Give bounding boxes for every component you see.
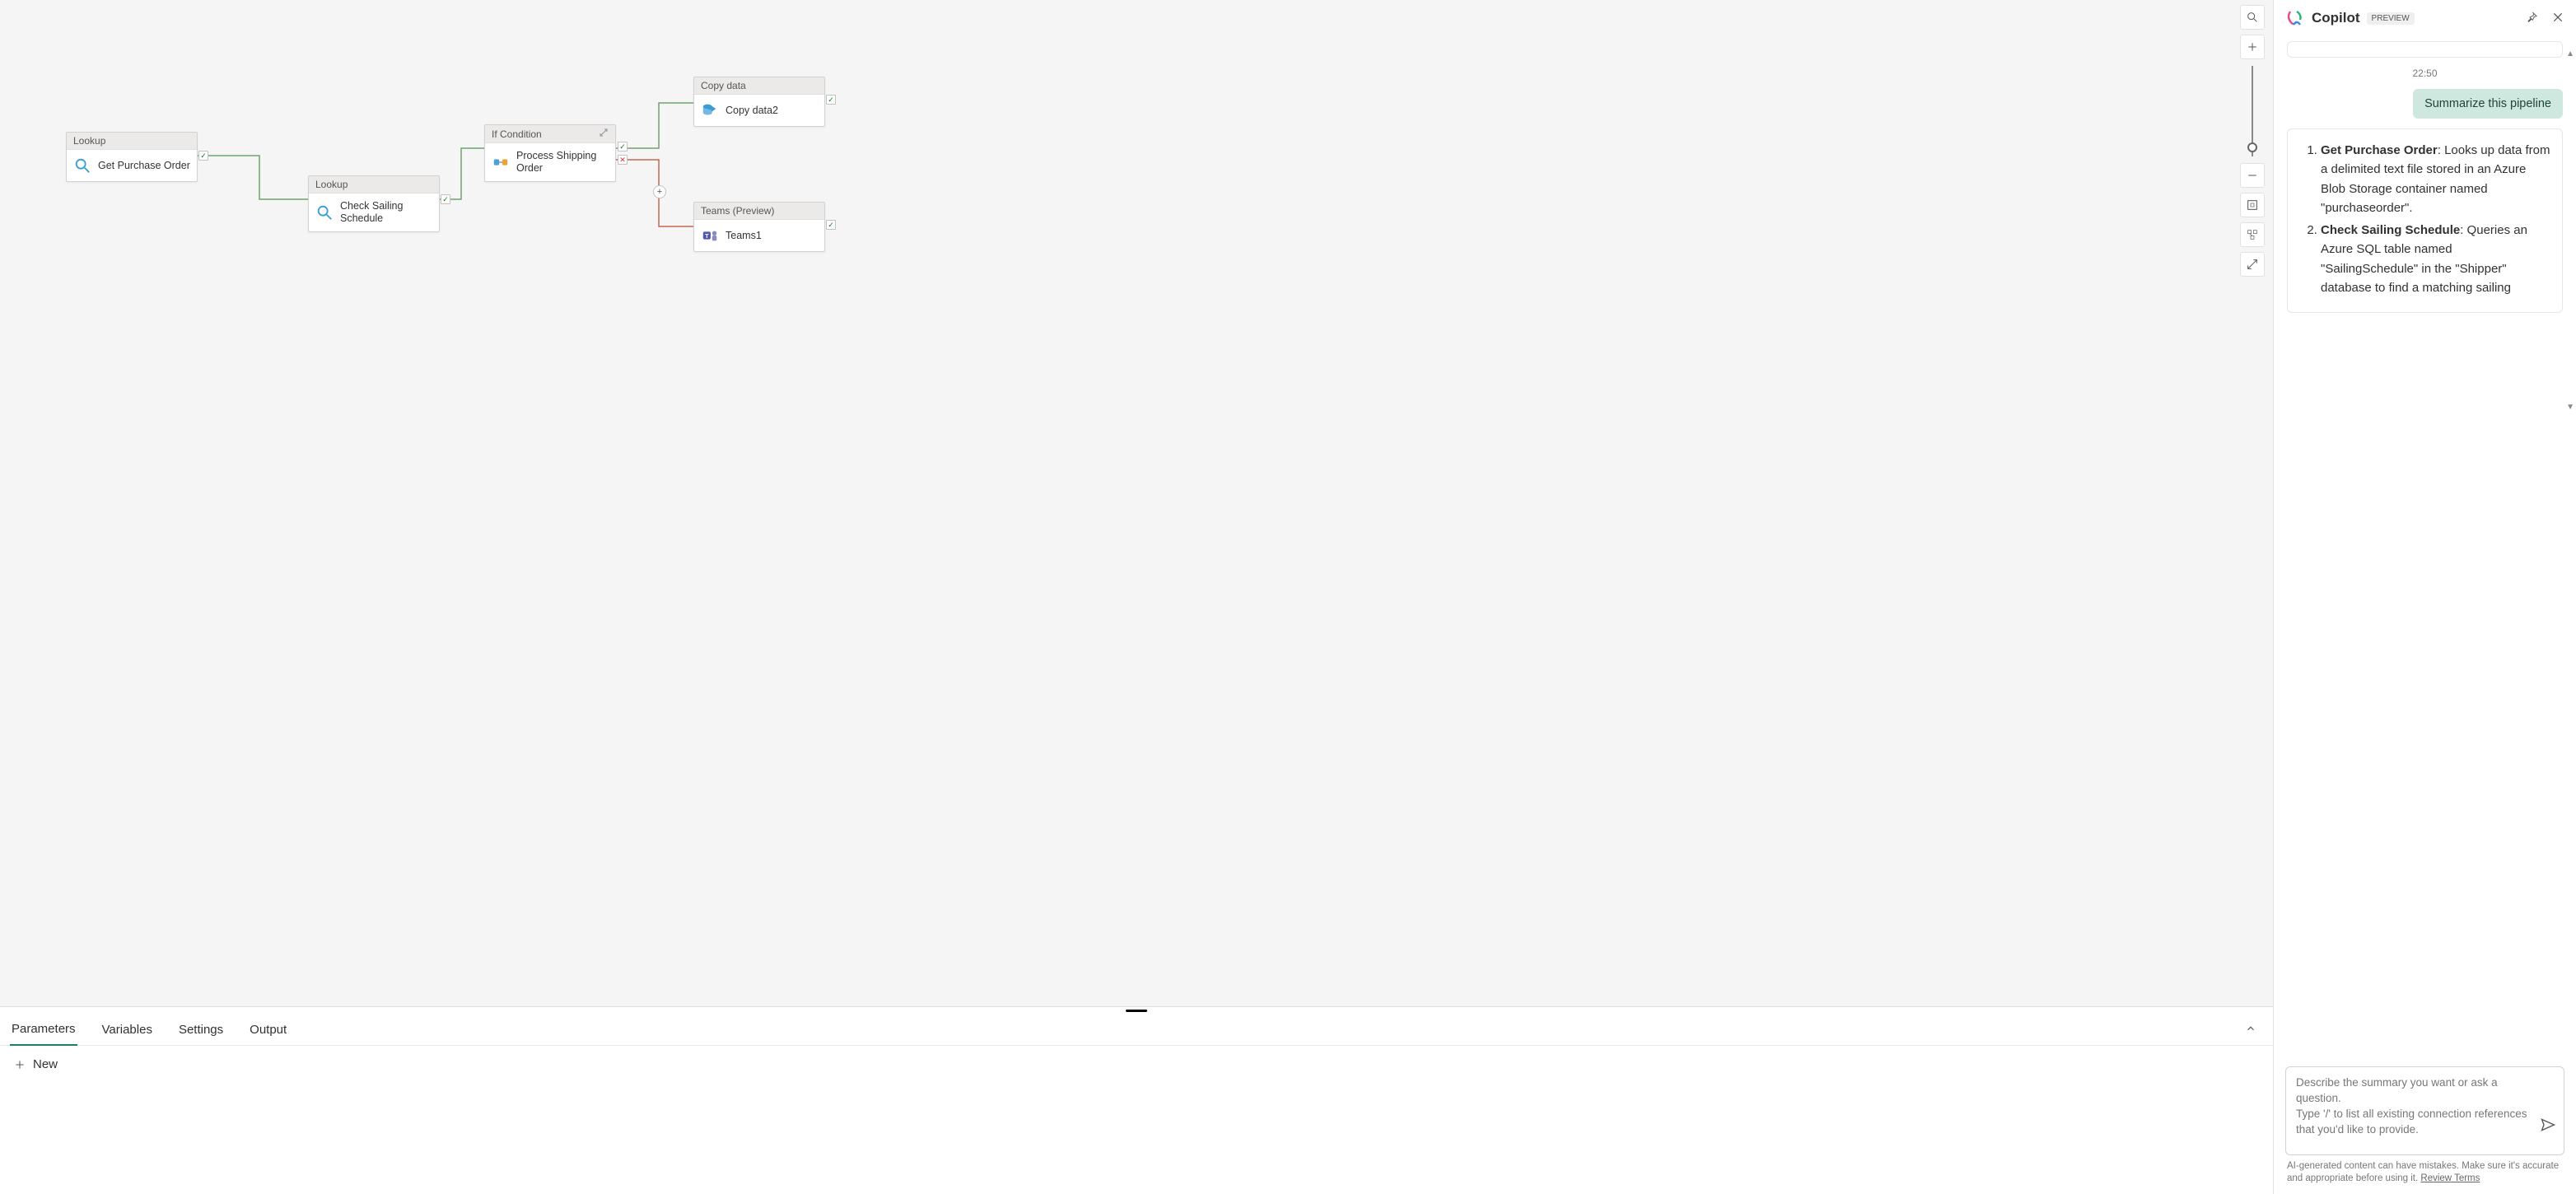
node-type-label: Lookup bbox=[73, 135, 105, 147]
activity-lookup-checksailingschedule[interactable]: Lookup Check Sailing Schedule bbox=[308, 175, 440, 232]
tab-variables[interactable]: Variables bbox=[100, 1014, 154, 1045]
zoom-in-button[interactable] bbox=[2240, 35, 2265, 59]
connector-status-success[interactable]: ✓ bbox=[826, 220, 836, 230]
review-terms-link[interactable]: Review Terms bbox=[2420, 1173, 2480, 1183]
fullscreen-button[interactable] bbox=[2240, 252, 2265, 277]
connector-status-success[interactable]: ✓ bbox=[441, 194, 450, 204]
zoom-slider[interactable] bbox=[2252, 66, 2253, 156]
tab-settings[interactable]: Settings bbox=[177, 1014, 225, 1045]
pipeline-connections bbox=[0, 0, 2273, 1006]
list-item: Check Sailing Schedule: Queries an Azure… bbox=[2321, 221, 2550, 297]
expand-icon[interactable] bbox=[599, 128, 609, 140]
tab-output[interactable]: Output bbox=[248, 1014, 288, 1045]
pipeline-canvas[interactable]: Lookup Get Purchase Order ✓ Lookup Check… bbox=[0, 0, 2273, 1006]
connector-status-fail[interactable]: ✕ bbox=[618, 155, 628, 165]
activity-lookup-getpurchaseorder[interactable]: Lookup Get Purchase Order bbox=[66, 132, 198, 182]
assistant-response-card: Get Purchase Order: Looks up data from a… bbox=[2287, 128, 2563, 313]
copilot-logo-icon bbox=[2285, 8, 2305, 28]
node-name-label: Process Shipping Order bbox=[516, 150, 609, 175]
copilot-input[interactable]: Describe the summary you want or ask a q… bbox=[2285, 1066, 2564, 1155]
lookup-icon bbox=[73, 156, 91, 175]
copydata-icon bbox=[701, 101, 719, 119]
teams-icon: T bbox=[701, 226, 719, 245]
node-name-label: Get Purchase Order bbox=[98, 160, 190, 172]
autolayout-button[interactable] bbox=[2240, 222, 2265, 247]
zoom-handle[interactable] bbox=[2247, 142, 2257, 152]
add-activity-button[interactable]: + bbox=[653, 185, 666, 198]
connector-status-success[interactable]: ✓ bbox=[826, 95, 836, 105]
panel-collapse-button[interactable] bbox=[2238, 1016, 2263, 1043]
fit-to-screen-button[interactable] bbox=[2240, 193, 2265, 217]
chat-card-placeholder bbox=[2287, 41, 2563, 58]
copilot-chat-log[interactable]: 22:50 Summarize this pipeline Get Purcha… bbox=[2274, 36, 2576, 1058]
search-button[interactable] bbox=[2240, 5, 2265, 30]
chat-timestamp: 22:50 bbox=[2287, 68, 2563, 79]
node-name-label: Copy data2 bbox=[726, 105, 778, 117]
panel-resize-handle[interactable] bbox=[0, 1007, 2273, 1014]
new-label: New bbox=[33, 1057, 58, 1071]
pin-icon[interactable] bbox=[2525, 11, 2538, 26]
activity-teams-teams1[interactable]: Teams (Preview) T Teams1 bbox=[693, 202, 825, 252]
list-item: Get Purchase Order: Looks up data from a… bbox=[2321, 141, 2550, 217]
connector-status-success[interactable]: ✓ bbox=[198, 151, 208, 161]
node-name-label: Check Sailing Schedule bbox=[340, 200, 432, 225]
ifcondition-icon bbox=[492, 153, 510, 171]
copilot-panel: Copilot PREVIEW 22:50 Summarize this pip… bbox=[2273, 0, 2576, 1194]
tab-parameters[interactable]: Parameters bbox=[10, 1014, 77, 1046]
user-message-bubble: Summarize this pipeline bbox=[2413, 89, 2563, 119]
properties-panel: Parameters Variables Settings Output New bbox=[0, 1006, 2273, 1194]
copilot-title: Copilot bbox=[2312, 10, 2360, 26]
preview-badge: PREVIEW bbox=[2367, 12, 2415, 25]
new-parameter-button[interactable]: New bbox=[13, 1057, 58, 1071]
activity-ifcondition-processshippingorder[interactable]: If Condition Process Shipping Order bbox=[484, 124, 616, 182]
node-type-label: Teams (Preview) bbox=[701, 205, 774, 217]
connector-status-success[interactable]: ✓ bbox=[618, 142, 628, 152]
copilot-disclaimer: AI-generated content can have mistakes. … bbox=[2274, 1160, 2576, 1194]
activity-copydata-copydata2[interactable]: Copy data Copy data2 bbox=[693, 77, 825, 127]
node-type-label: Copy data bbox=[701, 80, 746, 91]
send-icon[interactable] bbox=[2540, 1117, 2556, 1136]
node-type-label: Lookup bbox=[315, 179, 348, 190]
svg-text:T: T bbox=[705, 232, 709, 240]
lookup-icon bbox=[315, 203, 334, 222]
close-icon[interactable] bbox=[2551, 11, 2564, 26]
node-name-label: Teams1 bbox=[726, 230, 762, 242]
node-type-label: If Condition bbox=[492, 128, 542, 140]
zoom-out-button[interactable] bbox=[2240, 163, 2265, 188]
